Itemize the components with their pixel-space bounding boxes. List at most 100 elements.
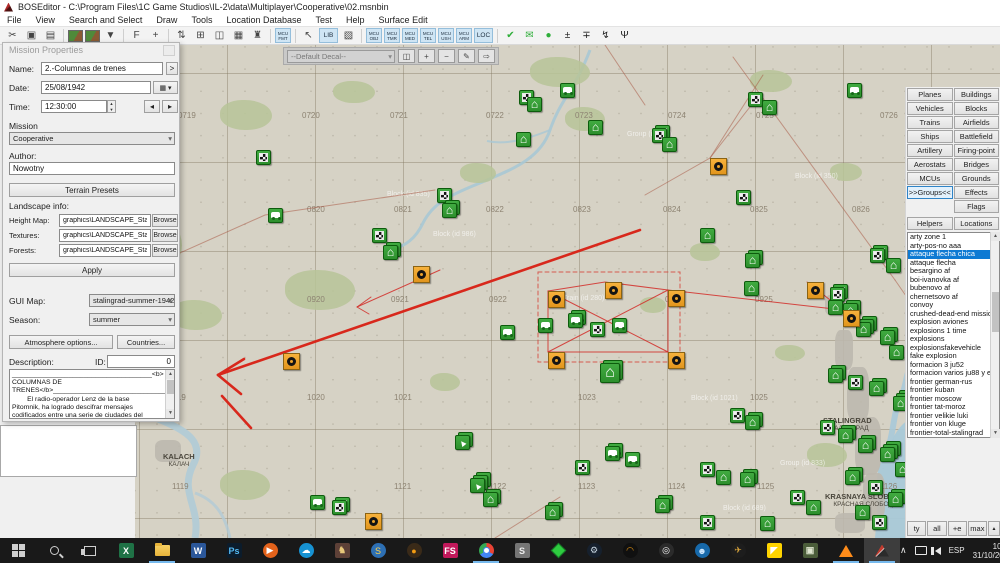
map-icon-house[interactable]	[527, 97, 542, 112]
map-icon-house[interactable]	[655, 498, 670, 513]
apply-button[interactable]: Apply	[9, 263, 175, 277]
media-player-icon[interactable]: ▶	[252, 538, 288, 563]
map-icon-house[interactable]	[745, 253, 760, 268]
group-list-item[interactable]: explosions	[908, 335, 999, 344]
mcu-tel-button[interactable]: MCU TEL	[420, 28, 436, 43]
category-button-grounds[interactable]: Grounds	[954, 172, 1000, 185]
map-icon-house[interactable]	[516, 132, 531, 147]
tray-chevron-icon[interactable]: ∧	[900, 545, 907, 556]
group-list-item[interactable]: arty zone 1	[908, 233, 999, 242]
map-icon-checker[interactable]	[790, 490, 805, 505]
file-explorer-icon[interactable]	[144, 538, 180, 563]
map-icon-house[interactable]	[869, 381, 884, 396]
search-icon[interactable]	[36, 538, 72, 563]
scroll-up-icon[interactable]: ▲	[166, 370, 175, 379]
map-icon-checker[interactable]	[730, 408, 745, 423]
menu-location-database[interactable]: Location Database	[219, 14, 308, 27]
textures-input[interactable]	[59, 229, 151, 242]
map-icon-checker[interactable]	[372, 228, 387, 243]
menu-file[interactable]: File	[0, 14, 29, 27]
mission-id-input[interactable]	[107, 355, 175, 368]
map-waypoint-icon[interactable]	[807, 282, 824, 299]
terrain-chip-1[interactable]	[68, 30, 83, 42]
gray-app-icon[interactable]: S	[504, 538, 540, 563]
menu-view[interactable]: View	[29, 14, 62, 27]
group-list-item[interactable]: crushed-dead-end mission	[908, 310, 999, 319]
map-icon-checker[interactable]	[700, 462, 715, 477]
map-icon-house[interactable]	[889, 345, 904, 360]
map-waypoint-icon[interactable]	[668, 352, 685, 369]
mcu-obj-button[interactable]: MCU OBJ	[366, 28, 382, 43]
map-icon-vehicle[interactable]	[310, 495, 325, 510]
antenna-icon[interactable]: Ψ	[616, 28, 633, 43]
map-waypoint-icon[interactable]	[413, 266, 430, 283]
scroll-thumb[interactable]	[992, 292, 999, 332]
map-icon-checker[interactable]	[848, 375, 863, 390]
group-list-item[interactable]: convoy	[908, 301, 999, 310]
map-waypoint-icon[interactable]	[710, 158, 727, 175]
mcu-fmt-button[interactable]: MCU FMT	[275, 28, 291, 43]
height-map-input[interactable]	[59, 214, 151, 227]
author-input[interactable]	[9, 162, 175, 175]
orange-ring-app-icon[interactable]: ◠	[612, 538, 648, 563]
messenger-app-icon[interactable]: S	[360, 538, 396, 563]
map-icon-house[interactable]	[442, 203, 457, 218]
decal-apply-button[interactable]: ⇨	[478, 49, 495, 63]
map-icon-vehicle[interactable]	[568, 313, 583, 328]
check-icon[interactable]: ✔	[502, 28, 519, 43]
time-prev-button[interactable]: ◂	[144, 100, 160, 113]
loc-button[interactable]: LOC	[474, 28, 493, 43]
map-icon-vehicle[interactable]	[500, 325, 515, 340]
height-map-browse-button[interactable]: Browse	[152, 214, 178, 227]
boseditor-taskbar-icon[interactable]	[864, 538, 900, 563]
map-waypoint-icon[interactable]	[668, 290, 685, 307]
countries-button[interactable]: Countries...	[117, 335, 175, 349]
mcu-med-button[interactable]: MCU MED	[402, 28, 418, 43]
font-tool-icon[interactable]: F	[128, 28, 145, 43]
menu-tools[interactable]: Tools	[184, 14, 219, 27]
il2-app-icon[interactable]: ✈	[720, 538, 756, 563]
category-button-blocks[interactable]: Blocks	[954, 102, 1000, 115]
blue-app-icon[interactable]: ☻	[684, 538, 720, 563]
group-list-item[interactable]: attaque flecha chica	[908, 250, 999, 259]
name-more-button[interactable]: >	[166, 62, 178, 75]
map-icon-house[interactable]	[838, 428, 853, 443]
network-icon[interactable]	[915, 546, 927, 555]
map-icon-house[interactable]	[600, 363, 620, 383]
category-button-locations[interactable]: Locations	[954, 217, 1000, 230]
map-icon-checker[interactable]	[256, 150, 271, 165]
map-icon-checker[interactable]	[575, 460, 590, 475]
add-tool-icon[interactable]: +	[147, 28, 164, 43]
group-list-item[interactable]: frontier-total-stalingrad	[908, 429, 999, 438]
start-button[interactable]	[0, 538, 36, 563]
map-waypoint-icon[interactable]	[548, 291, 565, 308]
map-waypoint-icon[interactable]	[365, 513, 382, 530]
window-icon[interactable]: ◫	[211, 28, 228, 43]
map-icon-vehicle[interactable]	[560, 83, 575, 98]
panel-button-all[interactable]: all	[927, 521, 946, 536]
mail-icon[interactable]: ✉	[521, 28, 538, 43]
clock[interactable]: 10:32 31/10/2018	[973, 542, 1000, 560]
category-button-artillery[interactable]: Artillery	[907, 144, 953, 157]
language-indicator[interactable]: ESP	[949, 546, 965, 555]
map-icon-house[interactable]	[588, 120, 603, 135]
military-game-icon[interactable]: ▣	[792, 538, 828, 563]
orange-app-icon[interactable]: ●	[396, 538, 432, 563]
vlc-icon[interactable]	[828, 538, 864, 563]
map-icon-plane[interactable]	[455, 435, 470, 450]
group-list-item[interactable]: explosions 1 time	[908, 327, 999, 336]
paste-icon[interactable]: ▤	[42, 28, 59, 43]
decal-picker-button[interactable]: ✎	[458, 49, 475, 63]
map-icon-checker[interactable]	[868, 480, 883, 495]
map-icon-house[interactable]	[383, 245, 398, 260]
menu-draw[interactable]: Draw	[149, 14, 184, 27]
grid-icon[interactable]: ⊞	[192, 28, 209, 43]
map-icon-house[interactable]	[744, 281, 759, 296]
calendar-button[interactable]: ▦ ▾	[153, 81, 178, 94]
cloud-app-icon[interactable]: ☁	[288, 538, 324, 563]
category-button-aerostats[interactable]: Aerostats	[907, 158, 953, 171]
notes-app-icon[interactable]: ◤	[756, 538, 792, 563]
forests-input[interactable]	[59, 244, 151, 257]
map-icon-checker[interactable]	[870, 248, 885, 263]
map-waypoint-icon[interactable]	[283, 353, 300, 370]
